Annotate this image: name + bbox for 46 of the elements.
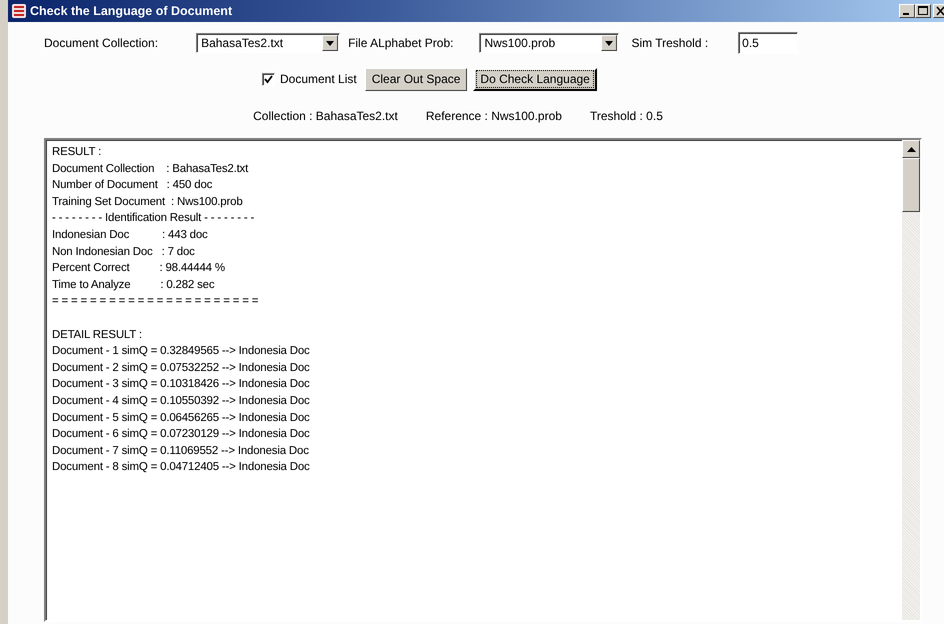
result-line: Document - 1 simQ = 0.32849565 --> Indonesia Doc	[52, 345, 310, 358]
result-line: Number of Document : 450 doc	[52, 179, 212, 192]
result-line: Document - 6 simQ = 0.07230129 --> Indonesia Doc	[52, 428, 310, 440]
summary-text: Collection : BahasaTes2.txt	[253, 109, 398, 123]
dropdown-arrow-icon	[605, 40, 614, 46]
maximize-button[interactable]	[915, 4, 931, 18]
collection-label: Document Collection:	[44, 36, 158, 50]
minimize-button[interactable]	[899, 4, 915, 18]
threshold-field[interactable]: 0.5	[738, 32, 798, 54]
dropdown-arrow-icon	[326, 40, 334, 46]
close-icon	[934, 5, 944, 17]
threshold-label: Sim Treshold :	[631, 36, 708, 50]
action-button[interactable]: Do Check Language	[473, 68, 597, 90]
up-arrow-icon	[906, 146, 916, 152]
result-line: Percent Correct : 98.44444 %	[52, 262, 225, 274]
close-button[interactable]	[933, 4, 944, 18]
result-line: Document - 8 simQ = 0.04712405 --> Indonesia Doc	[52, 461, 310, 474]
result-line: = = = = = = = = = = = = = = = = = = = = = =	[52, 295, 258, 308]
result-line: Document - 5 simQ = 0.06456265 --> Indonesia Doc	[52, 412, 310, 424]
result-line: RESULT :	[52, 146, 102, 158]
check-icon	[264, 74, 273, 84]
scroll-thumb[interactable]	[902, 158, 920, 212]
checkbox-label: Document List	[280, 72, 357, 86]
result-line: Time to Analyze : 0.282 sec	[52, 278, 214, 291]
result-line: Training Set Document : Nws100.prob	[52, 196, 243, 208]
vertical-scrollbar[interactable]	[902, 140, 920, 620]
summary-text: Treshold : 0.5	[590, 109, 663, 123]
result-line: Document - 2 simQ = 0.07532252 --> Indonesia Doc	[52, 362, 310, 374]
minimize-icon	[903, 13, 909, 15]
result-line: Document - 7 simQ = 0.11069552 --> Indonesia Doc	[52, 444, 309, 457]
alphabet-dropdown[interactable]: Nws100.prob	[479, 33, 620, 53]
result-line: DETAIL RESULT :	[52, 328, 142, 341]
result-line: Non Indonesian Doc : 7 doc	[52, 246, 195, 258]
action-button[interactable]: Clear Out Space	[364, 68, 468, 90]
result-line: Document - 3 simQ = 0.10318426 --> Indonesia Doc	[52, 378, 310, 390]
result-line: - - - - - - - - Identification Result - - - - - - - -	[52, 212, 254, 224]
summary-text: Reference : Nws100.prob	[426, 109, 562, 123]
result-line: Indonesian Doc : 443 doc	[52, 228, 208, 241]
result-line: Document - 4 simQ = 0.10550392 --> Indonesia Doc	[52, 394, 310, 407]
result-line: Document Collection : BahasaTes2.txt	[52, 162, 248, 175]
window-title: Check the Language of Document	[30, 4, 234, 18]
alphabet-label: File ALphabet Prob:	[348, 36, 454, 50]
maximize-icon	[916, 5, 930, 17]
collection-dropdown[interactable]: BahasaTes2.txt	[196, 33, 340, 53]
scroll-up-button[interactable]	[902, 140, 920, 158]
app-icon	[11, 3, 27, 19]
